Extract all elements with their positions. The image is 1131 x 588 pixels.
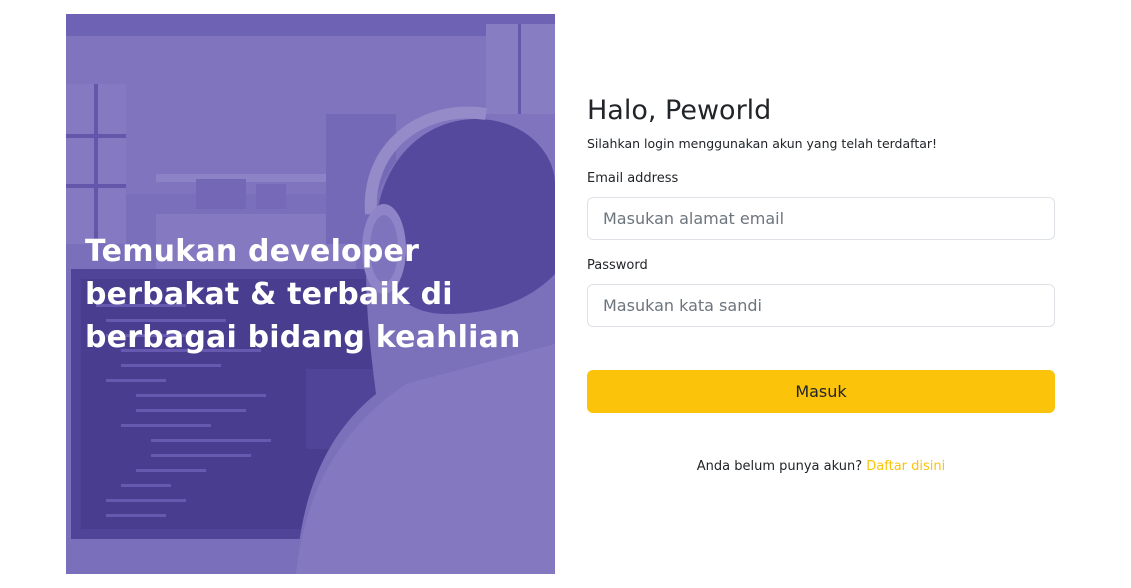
login-form: Halo, Peworld Silahkan login menggunakan…	[587, 92, 1055, 476]
register-prompt-row: Anda belum punya akun? Daftar disini	[587, 458, 1055, 476]
register-prompt: Anda belum punya akun?	[696, 459, 867, 474]
login-subtitle: Silahkan login menggunakan akun yang tel…	[587, 136, 938, 151]
page-title: Halo, Peworld	[587, 95, 772, 126]
login-button[interactable]: Masuk	[587, 370, 1055, 413]
email-field[interactable]	[587, 197, 1055, 240]
login-page: Temukan developer berbakat & terbaik di …	[0, 0, 1131, 588]
password-label: Password	[587, 258, 648, 273]
hero-panel: Temukan developer berbakat & terbaik di …	[66, 14, 555, 574]
register-link[interactable]: Daftar disini	[866, 459, 945, 474]
password-field[interactable]	[587, 284, 1055, 327]
hero-title: Temukan developer berbakat & terbaik di …	[85, 234, 521, 355]
email-label: Email address	[587, 171, 679, 186]
